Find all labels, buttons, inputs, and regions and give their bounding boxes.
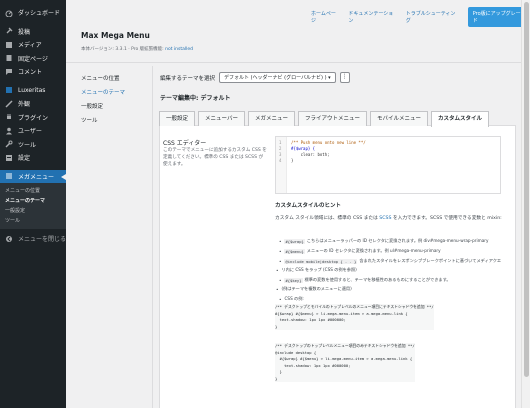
settings-nav-theme[interactable]: メニューのテーマ [81, 86, 151, 100]
sidebar-item-appearance[interactable]: 外観 [0, 97, 66, 111]
troubleshooting-link[interactable]: トラブルシューティング [406, 10, 460, 24]
theme-select-label: 編集するテーマを選択 [160, 75, 216, 82]
scrollbar-thumb[interactable] [524, 2, 529, 377]
tab-flyout-menu[interactable]: フライアウトメニュー [297, 111, 367, 126]
editor-gutter [276, 137, 287, 193]
settings-icon [5, 154, 13, 162]
collapse-icon [5, 235, 13, 243]
theme-tabs: 一般設定 メニューバー メガメニュー フライアウトメニュー モバイルメニュー カ… [159, 111, 490, 127]
sidebar-sub-general[interactable]: 一般設定 [0, 206, 66, 216]
sidebar-sub-location[interactable]: メニューの位置 [0, 186, 66, 196]
collapse-menu-button[interactable]: メニューを閉じる [0, 232, 66, 246]
settings-nav-location[interactable]: メニューの位置 [81, 72, 151, 86]
pin-icon [5, 27, 13, 35]
css-code-editor[interactable]: 1 2 3 4 /** Push menu onto new line **/ … [275, 136, 501, 194]
sidebar-submenu: メニューの位置 メニューのテーマ 一般設定 ツール [0, 183, 66, 229]
tab-menu-bar[interactable]: メニューバー [198, 111, 245, 126]
page-scrollbar[interactable] [521, 0, 530, 408]
theme-select[interactable]: デフォルト (ヘッダーナビ (グローバルナビ) ) ▾ [219, 72, 336, 83]
hint-bullet-cont: (例はテーマを複数のメニューに適用) [276, 286, 351, 292]
plugin-icon [5, 113, 13, 121]
hint-bullet: @include mobile|desktop { . . }含まれたスタイルを… [279, 258, 501, 264]
css-editor-description: このテーマでメニューに追加するカスタム CSS を定義してください。標準の CS… [163, 148, 267, 167]
hint-bullet: #{$key}標準の変数を使用すると、テーマを移植性のあるものにすることができま… [279, 277, 451, 283]
hint-bullet: CSS の例: [279, 296, 303, 302]
nav-divider [152, 66, 153, 408]
version-info: 本体バージョン: 3.3.1 · Pro 版拡張機能: not installe… [81, 47, 194, 52]
tab-mobile-menu[interactable]: モバイルメニュー [370, 111, 429, 126]
luxeritas-icon [5, 86, 13, 94]
hint-bullet: #{$menu}メニューの ID セレクタに変換されます。例 ul#mega-m… [279, 248, 441, 254]
sidebar-item-pages[interactable]: 固定ページ [0, 52, 66, 66]
admin-sidebar: ダッシュボード 投稿 メディア 固定ページ コメント Luxeritas 外観 … [0, 0, 66, 408]
header-divider [66, 62, 530, 63]
code-line-3: clear: both; [291, 152, 330, 157]
page-title: Max Mega Menu [81, 31, 150, 40]
settings-nav-general[interactable]: 一般設定 [81, 100, 151, 114]
code-line-2: #{$wrap} { [291, 146, 316, 151]
page-icon [5, 54, 13, 62]
settings-nav: メニューの位置 メニューのテーマ 一般設定 ツール [81, 72, 151, 128]
sidebar-item-tools[interactable]: ツール [0, 138, 66, 152]
tab-custom-style[interactable]: カスタムスタイル [431, 111, 490, 127]
code-line-1: /** Push menu onto new line **/ [291, 140, 366, 145]
sidebar-item-comments[interactable]: コメント [0, 65, 66, 79]
top-links: ホームページ ドキュメンテーション トラブルシューティング Pro版にアップグレ… [311, 7, 530, 27]
sidebar-item-posts[interactable]: 投稿 [0, 25, 66, 39]
sidebar-item-plugins[interactable]: プラグイン [0, 111, 66, 125]
editing-theme-heading: テーマ編集中: デフォルト [160, 95, 231, 102]
sidebar-item-users[interactable]: ユーザー [0, 124, 66, 138]
sidebar-sub-tools[interactable]: ツール [0, 216, 66, 226]
css-editor-label: CSS エディター [163, 140, 207, 147]
sidebar-item-dashboard[interactable]: ダッシュボード [0, 6, 66, 20]
user-icon [5, 127, 13, 135]
media-icon [5, 41, 13, 49]
tab-general[interactable]: 一般設定 [159, 111, 196, 126]
code-example-2: /** デスクトップのトップレベルメニュー項目のみテキストシャドウを追加 **/… [275, 343, 415, 382]
sidebar-item-luxeritas[interactable]: Luxeritas [0, 84, 66, 98]
sidebar-sub-theme[interactable]: メニューのテーマ [0, 196, 66, 206]
hints-intro: カスタム スタイル領域には、標準の CSS または SCSS を入力できます。S… [275, 216, 502, 221]
dashboard-icon [5, 9, 13, 18]
sidebar-item-media[interactable]: メディア [0, 38, 66, 52]
megamenu-icon [5, 172, 13, 180]
hints-heading: カスタムスタイルのヒント [275, 203, 342, 209]
code-example-1: /** デスクトップとモバイルのトップレベルのメニュー項目にテキストシャドウを追… [275, 304, 434, 330]
brush-icon [5, 100, 13, 108]
wrench-icon [5, 140, 13, 148]
sidebar-item-megamenu[interactable]: メガメニュー [0, 169, 66, 183]
settings-nav-tools[interactable]: ツール [81, 114, 151, 128]
comment-icon [5, 68, 13, 76]
scss-link[interactable]: SCSS [379, 216, 391, 221]
tab-mega-menu[interactable]: メガメニュー [247, 111, 295, 126]
code-line-4: } [291, 158, 294, 163]
home-link[interactable]: ホームページ [311, 10, 340, 24]
theme-select-row: 編集するテーマを選択 デフォルト (ヘッダーナビ (グローバルナビ) ) ▾ ⋮ [160, 72, 350, 83]
sidebar-item-settings[interactable]: 設定 [0, 151, 66, 165]
docs-link[interactable]: ドキュメンテーション [348, 10, 397, 24]
theme-more-button[interactable]: ⋮ [339, 72, 350, 83]
hint-bullet: #{$wrap}こちらはメニューラッパーの ID セレクタに変換されます。例 d… [279, 238, 488, 244]
hint-bullet-cont: リ内に CSS をラップ (CSS の例を参照) [276, 267, 356, 273]
not-installed-link[interactable]: not installed [165, 47, 193, 52]
